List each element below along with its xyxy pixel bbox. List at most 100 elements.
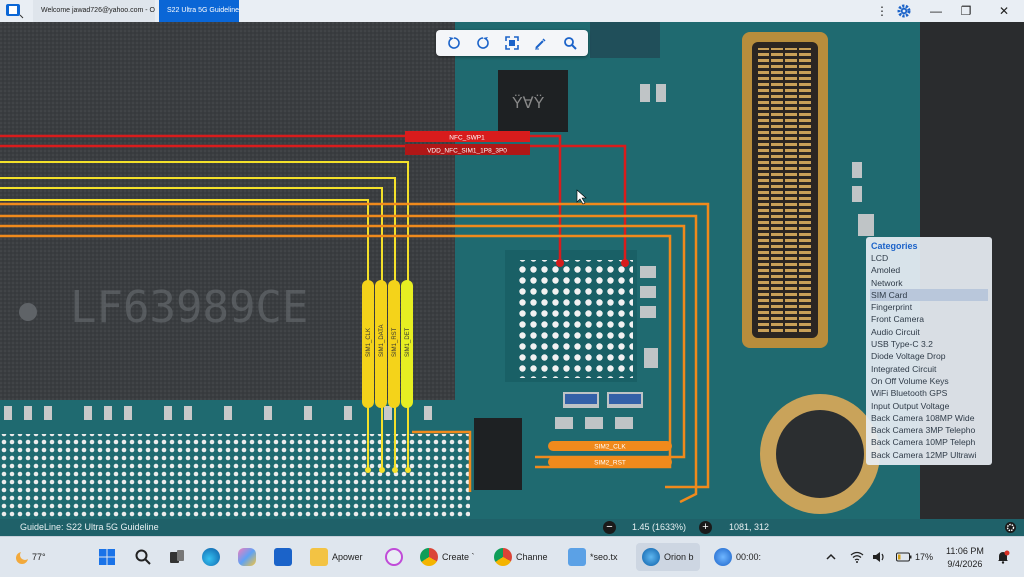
net-label-sim2-clk: SIM2_CLK	[594, 444, 626, 451]
clock-date: 9/4/2026	[947, 559, 983, 569]
speaker-icon	[873, 552, 884, 562]
gear-icon	[897, 4, 911, 18]
battery-percent: 17%	[915, 552, 934, 562]
view-toolbar	[436, 30, 588, 56]
taskbar-app-notepad[interactable]: *seo.tx	[568, 543, 618, 571]
tab-welcome[interactable]: Welcome jawad726@yahoo.com - Orion	[33, 0, 155, 22]
copilot-icon	[238, 548, 256, 566]
taskbar: 77° Apower Create ` Channe *seo.tx Orion…	[0, 536, 1024, 577]
app-menu-button[interactable]	[4, 2, 26, 20]
title-bar: Welcome jawad726@yahoo.com - Orion S22 U…	[0, 0, 1024, 23]
search-taskbar-button[interactable]	[134, 543, 152, 571]
zoom-in-button[interactable]: +	[699, 521, 712, 534]
category-item[interactable]: Fingerprint	[870, 301, 988, 313]
category-item-selected[interactable]: SIM Card	[870, 288, 988, 302]
fit-screen-icon	[505, 36, 519, 50]
category-item[interactable]: USB Type-C 3.2	[870, 338, 988, 350]
notifications-button[interactable]	[996, 543, 1010, 571]
zoom-out-button[interactable]: −	[603, 521, 616, 534]
taskbar-app-label: *seo.tx	[590, 552, 618, 562]
categories-title: Categories	[871, 241, 918, 251]
category-item[interactable]: Front Camera	[870, 313, 988, 325]
category-item[interactable]: Back Camera 108MP Wide	[870, 412, 988, 424]
rotate-right-icon	[477, 37, 489, 49]
wifi-icon	[850, 551, 864, 563]
restore-button[interactable]: ❐	[952, 0, 980, 22]
taskbar-app-recorder[interactable]: 00:00:	[714, 543, 761, 571]
net-label-sim1-clk: SIM1_CLK	[366, 328, 372, 357]
taskbar-app-chrome-channel[interactable]: Channe	[494, 543, 548, 571]
weather-widget[interactable]: 77°	[14, 543, 46, 571]
search-icon	[563, 37, 577, 50]
taskbar-app-apower[interactable]: Apower	[310, 543, 363, 571]
cursor-coordinates: 1081, 312	[729, 522, 770, 532]
net-label-sim1-det: SIM1_DET	[405, 327, 411, 357]
rotate-left-icon	[448, 37, 461, 49]
category-item[interactable]: LCD	[870, 252, 988, 264]
view-settings-icon[interactable]	[1004, 521, 1017, 534]
categories-panel: Categories LCD Amoled Network SIM Card F…	[866, 237, 992, 465]
weather-temp: 77°	[32, 552, 46, 562]
chip-marking: LF63989CE	[70, 282, 308, 333]
taskbar-app-store[interactable]	[274, 543, 296, 571]
settings-button[interactable]	[890, 0, 918, 22]
clock[interactable]: 11:06 PM 9/4/2026	[946, 545, 984, 571]
category-item[interactable]: Integrated Circuit	[870, 363, 988, 375]
status-bar: GuideLine: S22 Ultra 5G Guideline − 1.45…	[0, 519, 1024, 536]
volume-status[interactable]	[872, 543, 886, 571]
category-item[interactable]: Diode Voltage Drop	[870, 350, 988, 362]
taskbar-app-label: Apower	[332, 552, 363, 562]
snipping-tool-icon	[385, 548, 403, 566]
close-button[interactable]: ✕	[990, 0, 1018, 22]
wifi-status[interactable]	[850, 543, 864, 571]
task-view-button[interactable]	[168, 543, 186, 571]
chevron-up-icon	[826, 553, 836, 560]
category-item[interactable]: Amoled	[870, 264, 988, 276]
taskbar-app-label: 00:00:	[736, 552, 762, 562]
recorder-icon	[714, 548, 732, 566]
net-label-vdd-nfc-sim1: VDD_NFC_SIM1_1P8_3P0	[427, 148, 507, 155]
notepad-icon	[568, 548, 586, 566]
battery-status[interactable]: 17%	[896, 543, 933, 571]
minimize-button[interactable]: —	[922, 0, 950, 22]
bell-icon	[998, 550, 1010, 564]
taskbar-app-label: Orion b	[664, 552, 694, 562]
search-button[interactable]	[559, 33, 581, 53]
fit-screen-button[interactable]	[501, 33, 523, 53]
highlight-button[interactable]	[530, 33, 552, 53]
orion-icon	[642, 548, 660, 566]
category-item[interactable]: On Off Volume Keys	[870, 375, 988, 387]
tab-s22-guideline[interactable]: S22 Ultra 5G Guideline	[159, 0, 239, 22]
weather-moon-icon	[16, 550, 30, 564]
app-logo-icon	[6, 4, 24, 19]
taskbar-app-copilot[interactable]	[238, 543, 260, 571]
category-item[interactable]: Input Output Voltage	[870, 400, 988, 412]
category-item[interactable]: Back Camera 10MP Teleph	[870, 436, 988, 448]
category-item[interactable]: Back Camera 12MP Ultrawi	[870, 449, 988, 461]
search-icon	[135, 549, 151, 565]
rotate-left-button[interactable]	[443, 33, 465, 53]
svg-text:Ÿ∀Ÿ: Ÿ∀Ÿ	[512, 94, 545, 112]
net-label-sim1-data: SIM1_DATA	[379, 325, 385, 357]
folder-icon	[310, 548, 328, 566]
windows-icon	[99, 549, 115, 565]
category-item[interactable]: Back Camera 3MP Telepho	[870, 424, 988, 436]
highlight-icon	[534, 38, 546, 50]
category-item[interactable]: Network	[870, 277, 988, 289]
taskbar-app-label: Channe	[516, 552, 548, 562]
chrome-icon	[420, 548, 438, 566]
category-item[interactable]: Audio Circuit	[870, 326, 988, 338]
rotate-right-button[interactable]	[472, 33, 494, 53]
category-item[interactable]: WiFi Bluetooth GPS	[870, 387, 988, 399]
taskbar-app-edge[interactable]	[202, 543, 224, 571]
store-icon	[274, 548, 292, 566]
taskbar-app-orion[interactable]: Orion b	[636, 543, 700, 571]
battery-icon	[896, 552, 912, 562]
tray-overflow-button[interactable]	[826, 543, 836, 571]
taskbar-app-chrome-create[interactable]: Create `	[420, 543, 475, 571]
start-button[interactable]	[98, 543, 116, 571]
guideline-label: GuideLine: S22 Ultra 5G Guideline	[20, 522, 159, 532]
net-label-sim2-rst: SIM2_RST	[594, 460, 626, 467]
task-view-icon	[170, 550, 184, 563]
taskbar-app-snip[interactable]	[385, 543, 407, 571]
